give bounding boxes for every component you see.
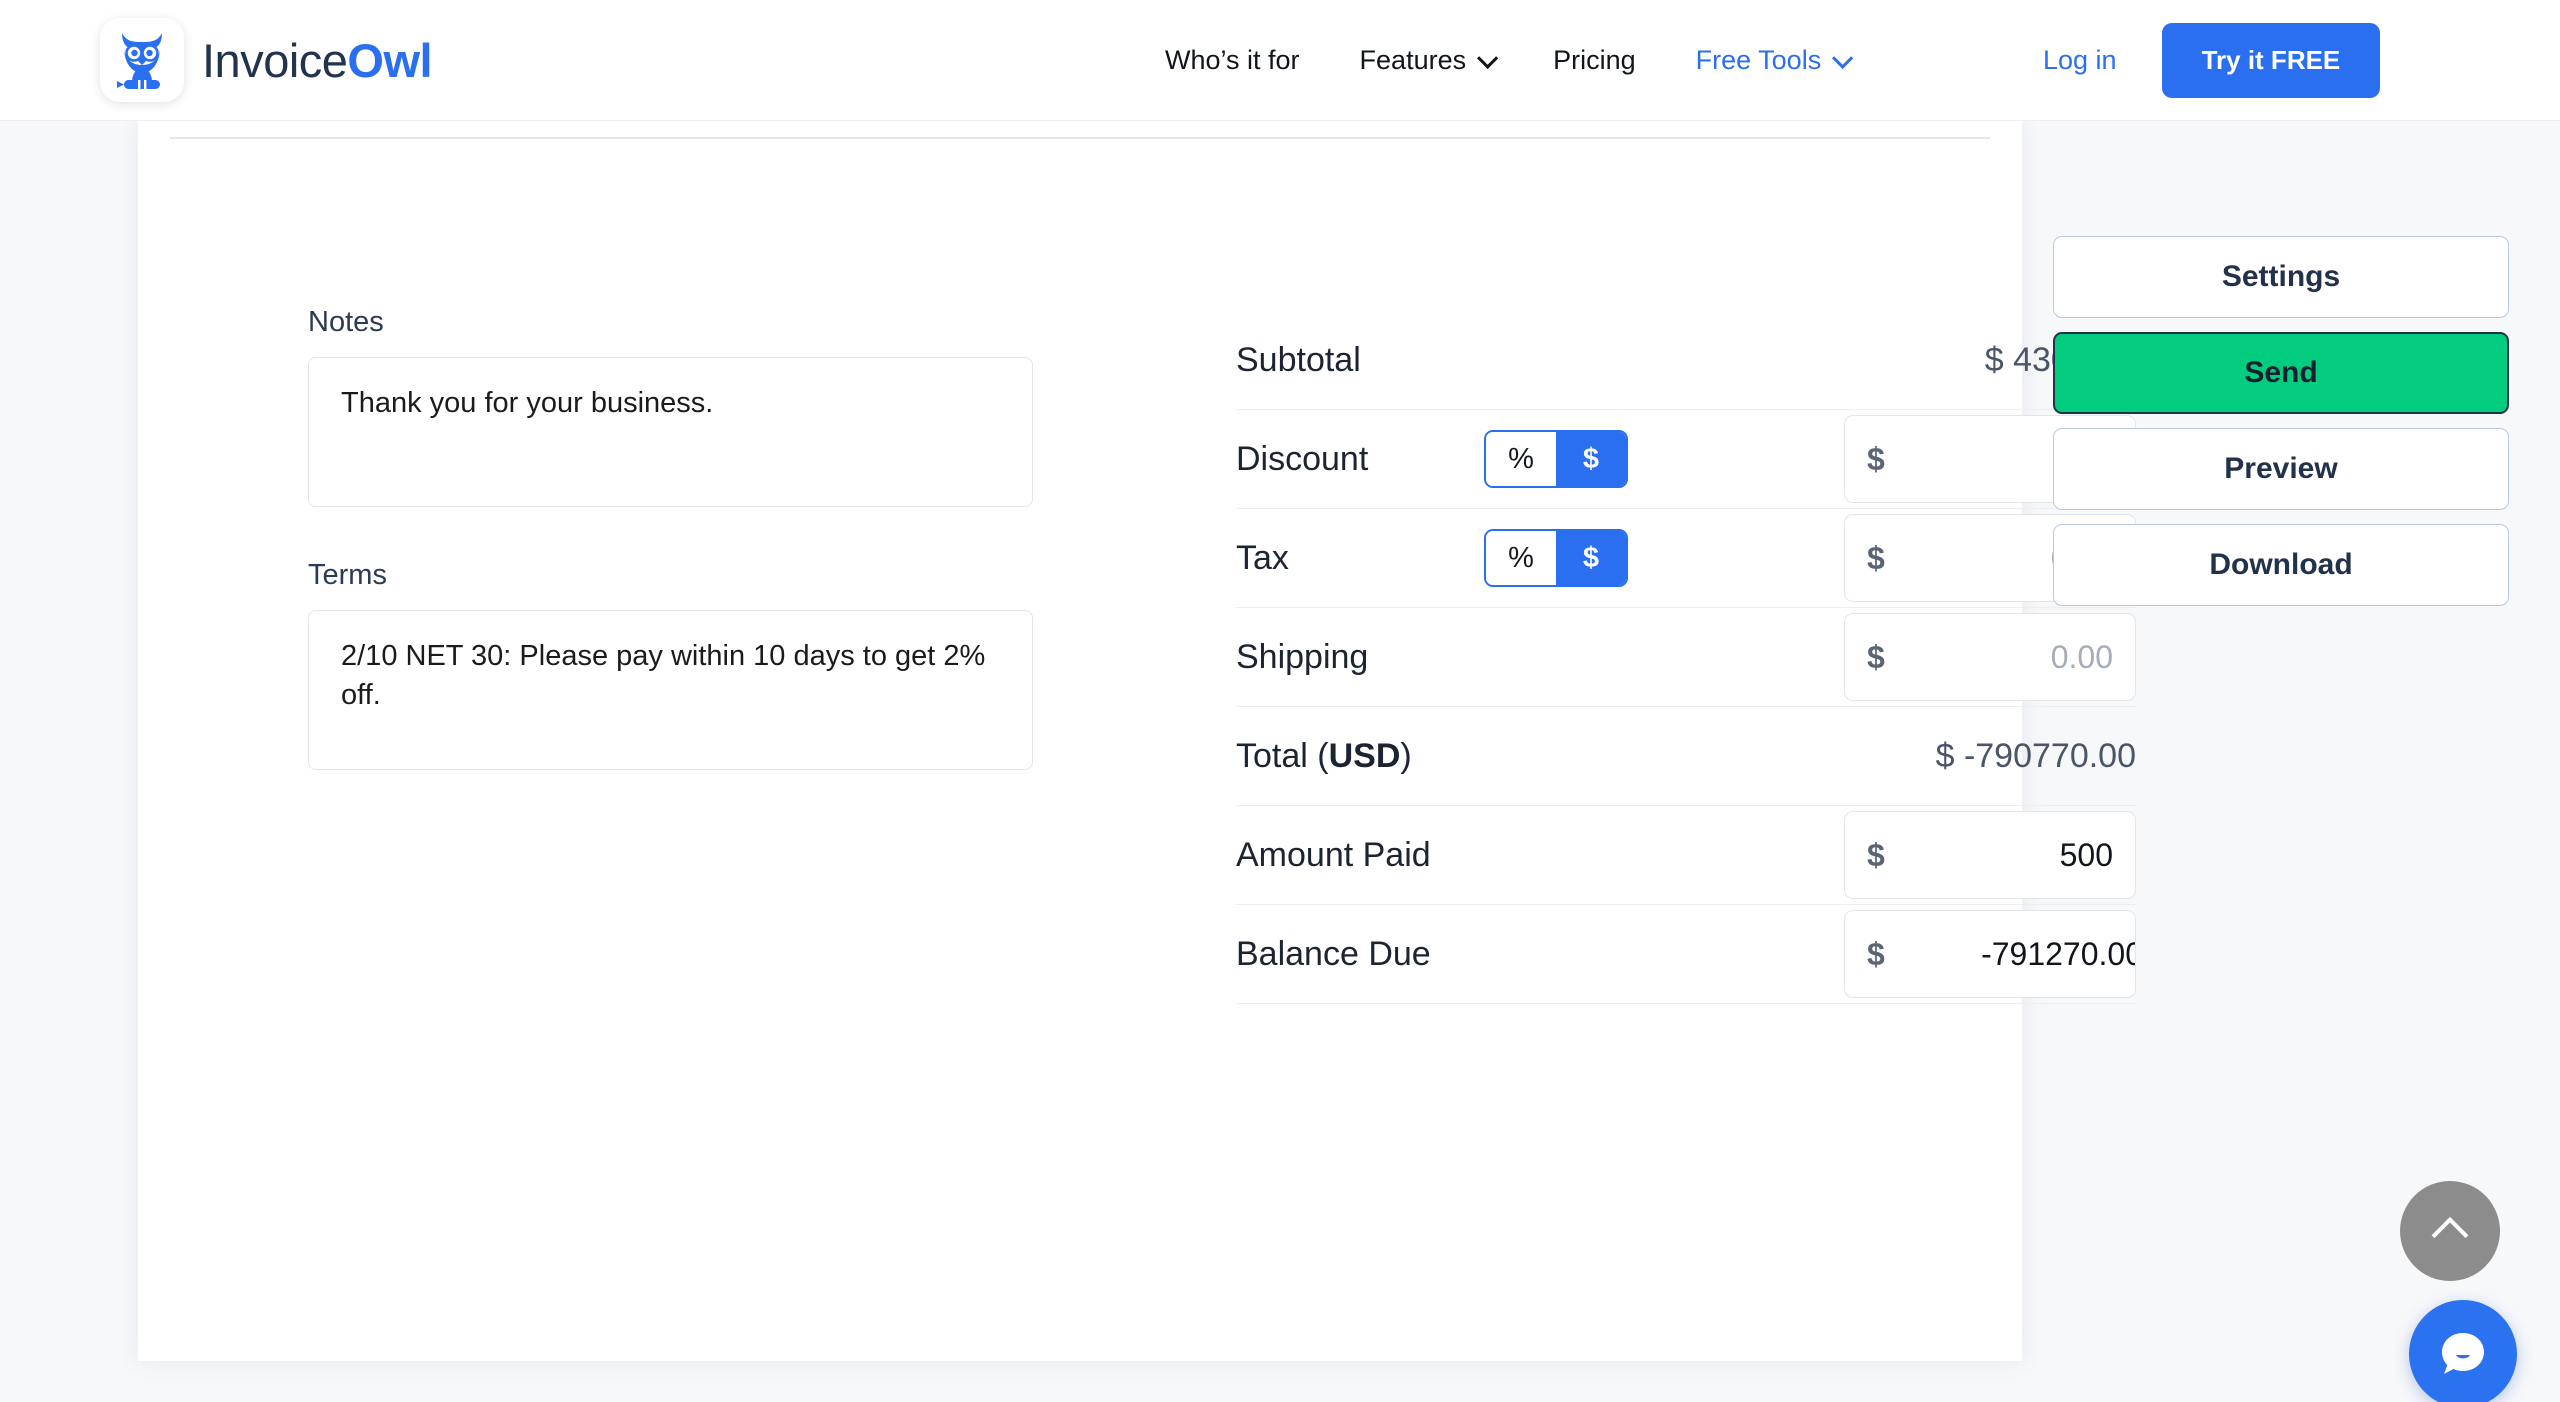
total-value: $ -790770.00 (1935, 736, 2136, 775)
total-label-prefix: Total ( (1236, 736, 1329, 775)
amount-paid-value: 500 (2059, 836, 2113, 873)
site-header: InvoiceOwl Who’s it for Features Pricing… (0, 0, 2560, 121)
invoice-actions-sidebar: Settings Send Preview Download (2053, 236, 2509, 606)
discount-dollar-option[interactable]: $ (1556, 432, 1626, 486)
totals-row-discount: Discount % $ $ 10 (1236, 410, 2136, 509)
balance-due-label: Balance Due (1236, 934, 1431, 973)
total-label-suffix: ) (1400, 736, 1412, 775)
login-link[interactable]: Log in (2043, 45, 2162, 76)
total-label-currency: USD (1328, 736, 1401, 775)
shipping-amount-input[interactable]: $ 0.00 (1844, 613, 2136, 701)
totals-row-shipping: Shipping $ 0.00 (1236, 608, 2136, 707)
totals-row-amount-paid: Amount Paid $ 500 (1236, 806, 2136, 905)
shipping-amount-placeholder: 0.00 (2050, 638, 2113, 675)
currency-symbol: $ (1867, 935, 1885, 972)
notes-textarea[interactable]: Thank you for your business. (308, 357, 1033, 507)
download-button[interactable]: Download (2053, 524, 2509, 606)
currency-symbol: $ (1867, 836, 1885, 873)
chevron-down-icon (1832, 47, 1854, 69)
chat-widget-button[interactable] (2409, 1300, 2517, 1402)
chat-bubble-icon (2442, 1333, 2484, 1374)
currency-symbol: $ (1867, 539, 1885, 576)
discount-percent-option[interactable]: % (1486, 432, 1556, 486)
terms-label: Terms (308, 559, 387, 591)
preview-button[interactable]: Preview (2053, 428, 2509, 510)
balance-due-value: -791270.00 (1981, 935, 2136, 972)
totals-row-total: Total (USD) $ -790770.00 (1236, 707, 2136, 806)
totals-row-subtotal: Subtotal $ 4300.00 (1236, 311, 2136, 410)
settings-button[interactable]: Settings (2053, 236, 2509, 318)
brand-name: InvoiceOwl (202, 33, 433, 88)
brand-logo[interactable]: InvoiceOwl (100, 18, 433, 102)
tax-dollar-option[interactable]: $ (1556, 531, 1626, 585)
discount-type-toggle[interactable]: % $ (1484, 430, 1628, 488)
auth-actions: Log in Try it FREE (2043, 22, 2381, 98)
page-body: Notes Thank you for your business. Terms… (0, 121, 2560, 1402)
chevron-up-icon (2431, 1216, 2469, 1254)
nav-label: Pricing (1553, 44, 1636, 75)
nav-item-features[interactable]: Features (1330, 45, 1524, 76)
scroll-to-top-button[interactable] (2400, 1181, 2500, 1281)
owl-logo-icon (100, 18, 184, 102)
balance-due-input[interactable]: $ -791270.00 (1844, 910, 2136, 998)
terms-textarea[interactable]: 2/10 NET 30: Please pay within 10 days t… (308, 610, 1033, 770)
totals-row-balance-due: Balance Due $ -791270.00 (1236, 905, 2136, 1004)
nav-label: Features (1359, 44, 1467, 75)
notes-terms-column: Notes Thank you for your business. Terms… (308, 306, 1048, 770)
nav-item-pricing[interactable]: Pricing (1523, 45, 1666, 76)
tax-type-toggle[interactable]: % $ (1484, 529, 1628, 587)
tax-percent-option[interactable]: % (1486, 531, 1556, 585)
shipping-label: Shipping (1236, 637, 1369, 676)
nav-label: Free Tools (1695, 44, 1822, 75)
card-divider (170, 137, 1990, 139)
nav-item-free-tools[interactable]: Free Tools (1666, 45, 1879, 76)
currency-symbol: $ (1867, 440, 1885, 477)
amount-paid-input[interactable]: $ 500 (1844, 811, 2136, 899)
main-navigation: Who’s it for Features Pricing Free Tools (1135, 45, 1878, 76)
total-label: Total (USD) (1236, 737, 1536, 776)
try-it-free-button[interactable]: Try it FREE (2161, 22, 2381, 98)
brand-name-dark: Invoice (202, 33, 348, 87)
nav-label: Who’s it for (1165, 44, 1300, 75)
send-button[interactable]: Send (2053, 332, 2509, 414)
invoice-totals-card: Notes Thank you for your business. Terms… (138, 121, 2136, 1361)
totals-row-tax: Tax % $ $ 0.00 (1236, 509, 2136, 608)
subtotal-label: Subtotal (1236, 340, 1361, 379)
brand-name-accent: Owl (347, 33, 433, 87)
terms-block: Terms 2/10 NET 30: Please pay within 10 … (308, 559, 1048, 770)
notes-label: Notes (308, 306, 384, 338)
nav-item-whos-it-for[interactable]: Who’s it for (1135, 45, 1330, 76)
amount-paid-label: Amount Paid (1236, 835, 1431, 874)
chevron-down-icon (1477, 47, 1499, 69)
totals-column: Subtotal $ 4300.00 Discount % $ $ 10 Tax… (1236, 311, 2136, 1004)
currency-symbol: $ (1867, 638, 1885, 675)
